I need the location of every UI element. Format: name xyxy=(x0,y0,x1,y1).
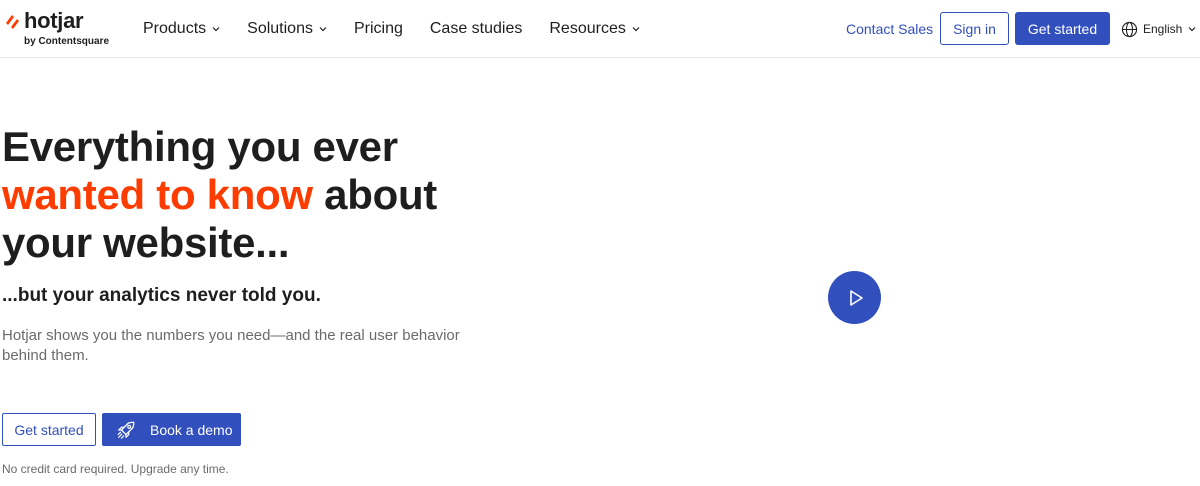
nav-item-products[interactable]: Products xyxy=(143,20,220,38)
nav-item-label: Case studies xyxy=(429,20,523,37)
hero-title-line2-rest: about xyxy=(312,171,437,218)
nav-item-case-studies[interactable]: Case studies xyxy=(430,20,523,38)
language-selector[interactable]: English xyxy=(1121,19,1196,39)
logo-wordmark: hotjar xyxy=(24,8,84,33)
nav-item-label: Products xyxy=(143,20,207,37)
nav-item-label: Pricing xyxy=(353,20,403,37)
language-label: English xyxy=(1143,22,1183,36)
hero-title-line1: Everything you ever xyxy=(2,123,398,170)
chevron-down-icon xyxy=(632,27,640,32)
hero-title: Everything you ever wanted to know about… xyxy=(2,123,522,267)
logo-byline: by Contentsquare xyxy=(24,36,110,47)
hotjar-flame-icon xyxy=(6,15,19,29)
nav-item-label: Resources xyxy=(549,20,626,37)
contact-sales-link[interactable]: Contact Sales xyxy=(846,20,933,38)
hero-description: Hotjar shows you the numbers you need—an… xyxy=(2,327,460,364)
hotjar-logo[interactable]: hotjar by Contentsquare xyxy=(4,9,114,49)
hero-title-accent: wanted to know xyxy=(2,171,313,218)
chevron-down-icon xyxy=(1188,27,1196,32)
chevron-down-icon xyxy=(319,27,327,32)
main-nav: Products Solutions Pricing Case studies … xyxy=(143,0,667,58)
get-started-hero-button[interactable]: Get started xyxy=(2,413,96,446)
chevron-down-icon xyxy=(212,27,220,32)
site-header: hotjar by Contentsquare Products Solutio… xyxy=(0,0,1200,58)
sign-in-button[interactable]: Sign in xyxy=(940,12,1009,45)
globe-icon xyxy=(1121,21,1138,37)
nav-item-solutions[interactable]: Solutions xyxy=(247,20,327,38)
nav-item-label: Solutions xyxy=(247,20,313,37)
play-video-button[interactable] xyxy=(828,271,881,324)
get-started-header-button[interactable]: Get started xyxy=(1015,12,1110,45)
hero-title-line3: your website... xyxy=(2,219,290,266)
play-icon xyxy=(850,289,863,306)
no-credit-card-note: No credit card required. Upgrade any tim… xyxy=(2,462,229,476)
book-demo-label: Book a demo xyxy=(150,421,233,438)
book-demo-button[interactable]: Book a demo xyxy=(102,413,241,446)
nav-item-pricing[interactable]: Pricing xyxy=(354,20,403,38)
hero-subtitle: ...but your analytics never told you. xyxy=(2,285,321,306)
page: hotjar by Contentsquare Products Solutio… xyxy=(0,0,1200,486)
rocket-icon xyxy=(117,421,135,439)
nav-item-resources[interactable]: Resources xyxy=(549,20,640,38)
